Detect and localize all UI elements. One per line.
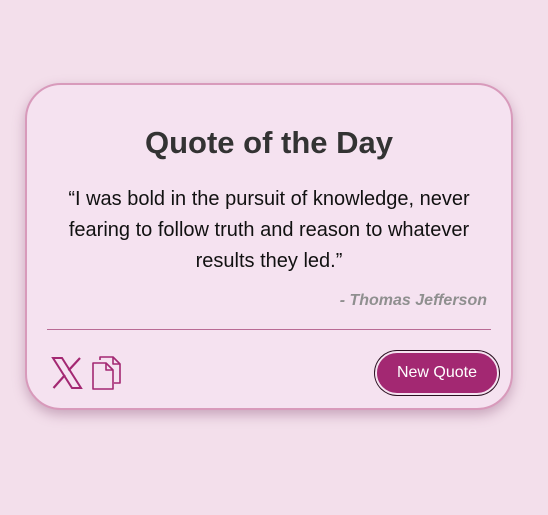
copy-icon[interactable] [91, 355, 123, 391]
quote-card: Quote of the Day “I was bold in the purs… [25, 83, 513, 410]
divider [47, 329, 491, 330]
new-quote-button[interactable]: New Quote [375, 351, 499, 395]
quote-text: “I was bold in the pursuit of knowledge,… [68, 188, 470, 272]
card-title: Quote of the Day [144, 125, 393, 160]
copy-document-icon [92, 356, 121, 390]
x-share-icon[interactable] [50, 356, 84, 390]
x-logo-icon [51, 357, 83, 389]
quote-author: - Thomas Jefferson [339, 292, 487, 309]
